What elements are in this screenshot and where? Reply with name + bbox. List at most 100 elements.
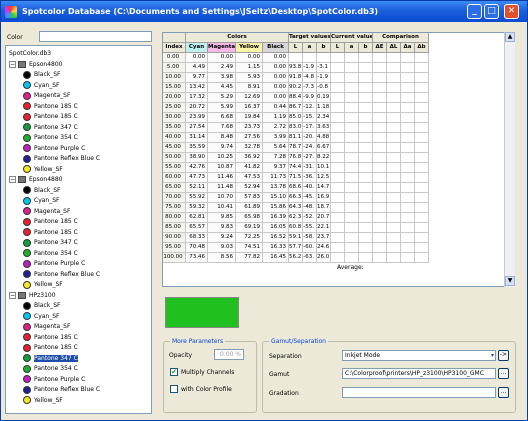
table-cell[interactable] xyxy=(401,213,415,223)
table-cell[interactable]: 72.25 xyxy=(236,233,263,243)
table-cell[interactable] xyxy=(415,163,429,173)
table-cell[interactable]: -52. xyxy=(303,213,317,223)
gradation-browse-button[interactable]: ... xyxy=(498,387,509,398)
table-cell[interactable]: 16.37 xyxy=(236,103,263,113)
table-cell[interactable] xyxy=(359,83,373,93)
table-cell[interactable]: 47.53 xyxy=(236,173,263,183)
gradation-field[interactable] xyxy=(342,387,496,398)
table-cell[interactable] xyxy=(401,223,415,233)
table-cell[interactable]: 42.76 xyxy=(186,163,208,173)
table-cell[interactable] xyxy=(401,123,415,133)
row-index-cell[interactable]: 85.00 xyxy=(163,223,186,233)
separation-apply-button[interactable]: -> xyxy=(498,350,509,361)
tree-root[interactable]: SpotColor.db3 xyxy=(9,49,51,58)
table-cell[interactable] xyxy=(401,243,415,253)
table-cell[interactable]: -12. xyxy=(303,103,317,113)
table-cell[interactable] xyxy=(415,103,429,113)
table-cell[interactable]: 55.92 xyxy=(186,193,208,203)
table-cell[interactable]: 1.19 xyxy=(263,113,289,123)
table-cell[interactable]: 68.33 xyxy=(186,233,208,243)
table-cell[interactable]: 13.42 xyxy=(186,83,208,93)
table-cell[interactable]: 20.7 xyxy=(317,213,331,223)
row-index-cell[interactable]: 100.00 xyxy=(163,253,186,263)
table-cell[interactable] xyxy=(415,123,429,133)
table-cell[interactable]: 62.81 xyxy=(186,213,208,223)
table-cell[interactable]: 9.77 xyxy=(186,73,208,83)
table-cell[interactable]: 10.25 xyxy=(208,153,236,163)
table-cell[interactable] xyxy=(373,123,387,133)
table-cell[interactable] xyxy=(359,73,373,83)
color-tree[interactable]: SpotColor.db3 − Epson4800 Black_SF Cyan_SF Ma… xyxy=(5,45,152,414)
gamut-path-field[interactable]: C:\Colorproof\printers\HP_z3100\HP3100_G… xyxy=(342,368,496,379)
table-cell[interactable]: 0.00 xyxy=(263,83,289,93)
table-cell[interactable] xyxy=(387,53,401,63)
opacity-input[interactable]: 0.00 % xyxy=(214,349,244,360)
table-cell[interactable]: 5.99 xyxy=(208,103,236,113)
row-index-cell[interactable]: 60.00 xyxy=(163,173,186,183)
separation-select[interactable]: Inkjet Mode ▾ xyxy=(342,350,496,361)
table-cell[interactable]: 56.2 xyxy=(289,253,303,263)
table-cell[interactable] xyxy=(373,133,387,143)
table-cell[interactable]: 17.32 xyxy=(186,93,208,103)
table-cell[interactable]: 16.45 xyxy=(263,253,289,263)
table-cell[interactable]: -24. xyxy=(303,143,317,153)
table-cell[interactable]: 7.68 xyxy=(208,123,236,133)
table-cell[interactable]: 38.90 xyxy=(186,153,208,163)
table-cell[interactable] xyxy=(401,253,415,263)
tree-color-item[interactable]: Pantone 347 C xyxy=(23,238,78,247)
table-cell[interactable]: -55. xyxy=(303,223,317,233)
tree-color-item[interactable]: Pantone 354 C xyxy=(23,133,78,142)
tree-printer-group[interactable]: − Epson4880 xyxy=(9,175,62,184)
table-cell[interactable] xyxy=(331,133,345,143)
table-cell[interactable]: 61.89 xyxy=(236,203,263,213)
table-cell[interactable] xyxy=(401,73,415,83)
table-cell[interactable] xyxy=(345,83,359,93)
tree-color-item[interactable]: Pantone 347 C xyxy=(23,354,78,363)
table-cell[interactable] xyxy=(331,203,345,213)
table-cell[interactable] xyxy=(387,93,401,103)
tree-color-item[interactable]: Magenta_SF xyxy=(23,207,70,216)
table-cell[interactable] xyxy=(373,113,387,123)
tree-color-item[interactable]: Black_SF xyxy=(23,70,61,79)
table-cell[interactable]: 10.87 xyxy=(208,163,236,173)
tree-color-item[interactable]: Magenta_SF xyxy=(23,322,70,331)
collapse-icon[interactable]: − xyxy=(9,291,16,299)
table-cell[interactable] xyxy=(401,153,415,163)
table-cell[interactable] xyxy=(359,123,373,133)
table-cell[interactable]: 64.3 xyxy=(289,203,303,213)
table-cell[interactable]: 8.48 xyxy=(208,133,236,143)
table-cell[interactable] xyxy=(373,53,387,63)
table-cell[interactable]: 90.2 xyxy=(289,83,303,93)
table-cell[interactable] xyxy=(373,143,387,153)
table-cell[interactable]: 5.93 xyxy=(236,73,263,83)
table-cell[interactable] xyxy=(387,103,401,113)
table-cell[interactable] xyxy=(415,173,429,183)
table-cell[interactable]: -27. xyxy=(303,153,317,163)
table-cell[interactable]: 12.69 xyxy=(236,93,263,103)
table-cell[interactable] xyxy=(387,253,401,263)
table-cell[interactable] xyxy=(387,143,401,153)
table-cell[interactable] xyxy=(359,113,373,123)
table-cell[interactable] xyxy=(373,223,387,233)
table-cell[interactable]: 2.34 xyxy=(317,113,331,123)
table-cell[interactable] xyxy=(415,183,429,193)
table-cell[interactable] xyxy=(359,173,373,183)
tree-color-item[interactable]: Black_SF xyxy=(23,186,61,195)
scroll-up-button[interactable]: ▲ xyxy=(505,32,515,42)
table-cell[interactable] xyxy=(373,183,387,193)
table-cell[interactable]: -0.8 xyxy=(317,83,331,93)
table-cell[interactable]: -48. xyxy=(303,203,317,213)
table-cell[interactable]: 13.78 xyxy=(263,183,289,193)
row-index-cell[interactable]: 25.00 xyxy=(163,103,186,113)
tree-color-item[interactable]: Pantone Reflex Blue C xyxy=(23,154,100,163)
table-cell[interactable]: 6.68 xyxy=(208,113,236,123)
table-cell[interactable] xyxy=(373,193,387,203)
table-cell[interactable] xyxy=(401,183,415,193)
table-cell[interactable] xyxy=(401,83,415,93)
table-scrollbar[interactable]: ▲ ▼ xyxy=(504,32,515,287)
tree-color-item[interactable]: Pantone 185 C xyxy=(23,228,78,237)
table-cell[interactable]: 11.73 xyxy=(263,173,289,183)
table-cell[interactable] xyxy=(373,63,387,73)
table-cell[interactable] xyxy=(359,223,373,233)
table-cell[interactable]: 41.82 xyxy=(236,163,263,173)
